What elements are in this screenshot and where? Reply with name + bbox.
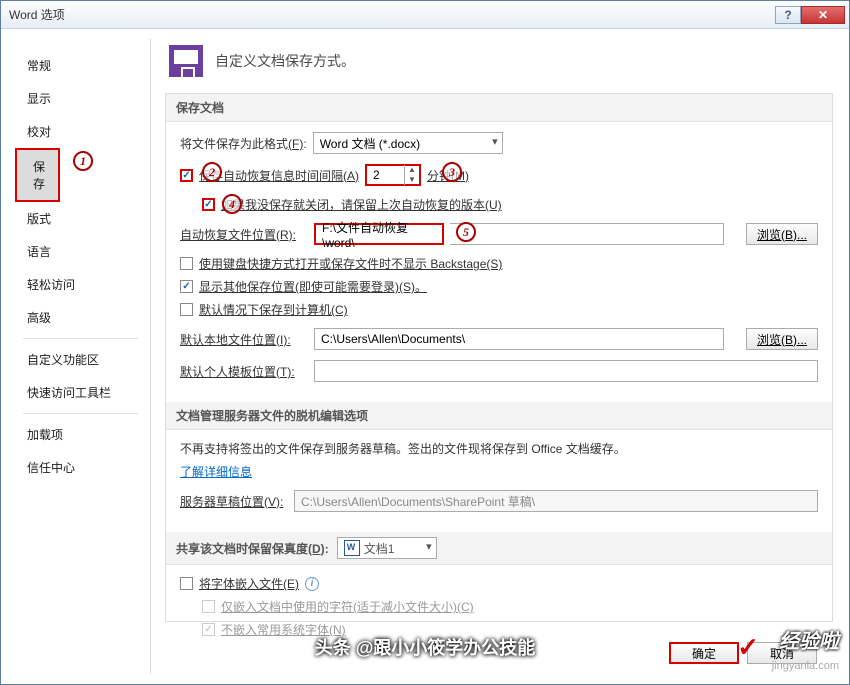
show-other-label: 显示其他保存位置(即使可能需要登录)(S)。 [199, 278, 427, 295]
info-icon[interactable]: i [305, 577, 319, 591]
ok-button[interactable]: 确定 [669, 642, 739, 664]
sidebar-item-addins[interactable]: 加载项 [11, 418, 150, 451]
browse-local-button[interactable]: 浏览(B)... [746, 328, 818, 350]
keyboard-backstage-checkbox[interactable] [180, 257, 193, 270]
default-computer-checkbox[interactable] [180, 303, 193, 316]
only-used-label: 仅嵌入文档中使用的字符(适于减小文件大小)(C) [221, 598, 474, 615]
default-local-label: 默认本地文件位置(I): [180, 331, 308, 348]
sidebar-item-trust[interactable]: 信任中心 [11, 451, 150, 484]
sidebar-item-ease[interactable]: 轻松访问 [11, 268, 150, 301]
annotation-check: ✓ [737, 632, 759, 663]
embed-fonts-checkbox[interactable] [180, 577, 193, 590]
sidebar-item-quick-access[interactable]: 快速访问工具栏 [11, 376, 150, 409]
sidebar-item-proofing[interactable]: 校对 [11, 115, 150, 148]
main-panel: 自定义文档保存方式。 保存文档 将文件保存为此格式(F): Word 文档 (*… [151, 29, 849, 684]
recover-location-input-hl[interactable]: F:\文件自动恢复\word\ [314, 223, 444, 245]
only-used-checkbox [202, 600, 215, 613]
titlebar: Word 选项 ? ✕ [1, 1, 849, 29]
keyboard-backstage-label: 使用键盘快捷方式打开或保存文件时不显示 Backstage(S) [199, 255, 502, 272]
learn-more-link[interactable]: 了解详细信息 [180, 463, 252, 480]
auto-recover-minutes[interactable]: 2 ▲▼ [365, 164, 421, 186]
help-button[interactable]: ? [775, 6, 801, 24]
show-other-checkbox[interactable] [180, 280, 193, 293]
spinner-down[interactable]: ▼ [405, 175, 419, 185]
window-title: Word 选项 [9, 6, 775, 23]
default-local-input[interactable]: C:\Users\Allen\Documents\ [314, 328, 724, 350]
overlay-watermark-url: jingyanla.com [772, 660, 839, 672]
auto-recover-label: 保存自动恢复信息时间间隔(A) [199, 167, 359, 184]
panel-offline-title: 文档管理服务器文件的脱机编辑选项 [166, 402, 832, 430]
default-template-input[interactable] [314, 360, 818, 382]
sidebar-item-display[interactable]: 显示 [11, 82, 150, 115]
embed-fonts-label: 将字体嵌入文件(E) [199, 575, 299, 592]
word-doc-icon [344, 540, 360, 556]
default-template-label: 默认个人模板位置(T): [180, 363, 308, 380]
offline-desc: 不再支持将签出的文件保存到服务器草稿。签出的文件现将保存到 Office 文档缓… [180, 440, 626, 457]
auto-recover-checkbox[interactable] [180, 169, 193, 182]
annotation-5: 5 [456, 222, 476, 242]
recover-location-input[interactable] [450, 223, 724, 245]
annotation-4: 4 [222, 194, 242, 214]
sidebar-item-language[interactable]: 语言 [11, 235, 150, 268]
sidebar-item-save[interactable]: 保存 [15, 148, 60, 202]
draft-location-input: C:\Users\Allen\Documents\SharePoint 草稿\ [294, 490, 818, 512]
sidebar: 常规 显示 校对 保存 1 版式 语言 轻松访问 高级 自定义功能区 快速访问工… [11, 39, 151, 674]
share-doc-select[interactable]: 文档1 [337, 537, 437, 559]
annotation-2: 2 [202, 162, 222, 182]
sidebar-item-general[interactable]: 常规 [11, 49, 150, 82]
panel-share-title: 共享该文档时保留保真度(D): 文档1 [166, 532, 832, 565]
close-button[interactable]: ✕ [801, 6, 845, 24]
panel-save-documents: 保存文档 将文件保存为此格式(F): Word 文档 (*.docx) 保存自动… [165, 93, 833, 622]
format-label: 将文件保存为此格式(F): [180, 135, 307, 152]
sidebar-item-customize-ribbon[interactable]: 自定义功能区 [11, 343, 150, 376]
draft-location-label: 服务器草稿位置(V): [180, 493, 288, 510]
sidebar-item-advanced[interactable]: 高级 [11, 301, 150, 334]
overlay-watermark: 经验啦 [779, 625, 839, 654]
annotation-3: 3 [442, 162, 462, 182]
spinner-up[interactable]: ▲ [405, 165, 419, 175]
browse-recover-button[interactable]: 浏览(B)... [746, 223, 818, 245]
page-subtitle: 自定义文档保存方式。 [215, 51, 355, 71]
default-computer-label: 默认情况下保存到计算机(C) [199, 301, 348, 318]
keep-last-checkbox[interactable] [202, 198, 215, 211]
options-dialog: Word 选项 ? ✕ 常规 显示 校对 保存 1 版式 语言 轻松访问 高级 … [0, 0, 850, 685]
format-select[interactable]: Word 文档 (*.docx) [313, 132, 503, 154]
panel-save-title: 保存文档 [166, 94, 832, 122]
annotation-1: 1 [73, 151, 93, 171]
sidebar-item-layout[interactable]: 版式 [11, 202, 150, 235]
save-disk-icon [169, 45, 203, 77]
keep-last-label: 如果我没保存就关闭，请保留上次自动恢复的版本(U) [221, 196, 502, 213]
overlay-headline: 头条 @跟小小筱学办公技能 [315, 634, 536, 660]
recover-location-label: 自动恢复文件位置(R): [180, 226, 308, 243]
